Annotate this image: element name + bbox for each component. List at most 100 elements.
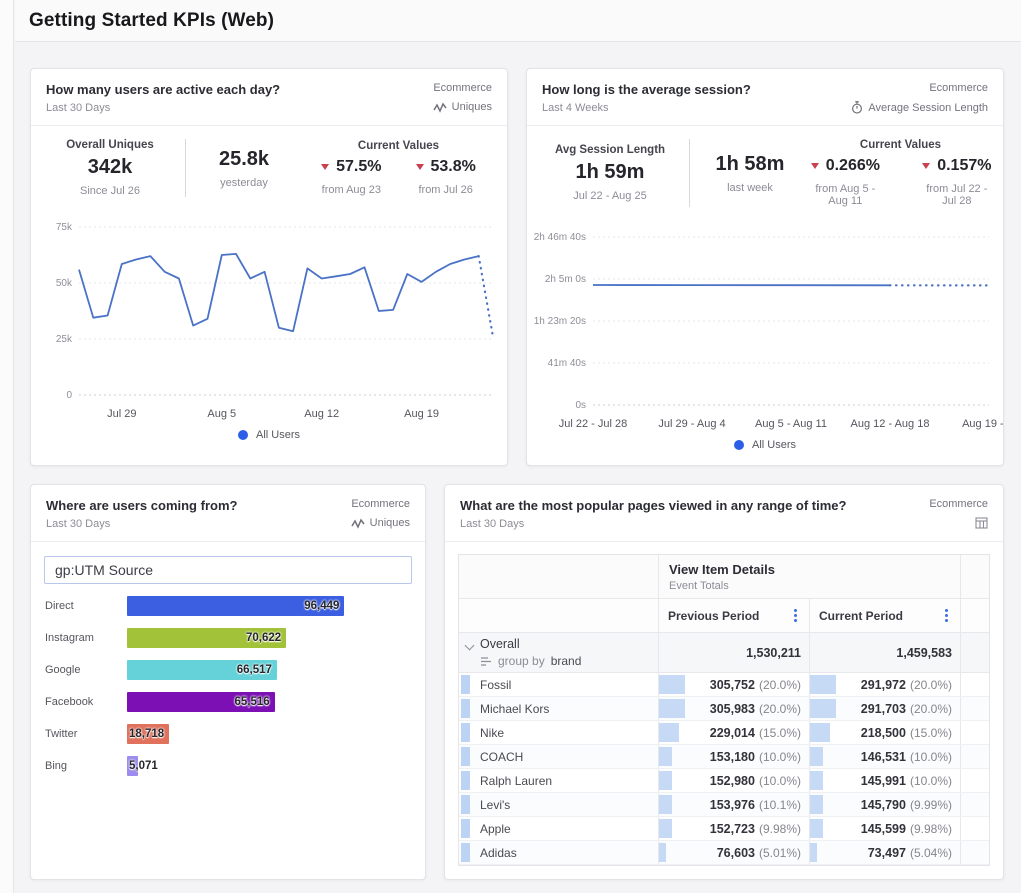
cell-bar xyxy=(810,771,823,790)
value-cell: 229,014 (15.0%) xyxy=(658,721,809,744)
cell-value: 291,703 xyxy=(861,702,906,716)
chevron-down-icon[interactable] xyxy=(465,641,475,651)
cell-bar xyxy=(659,675,685,694)
card-title: How long is the average session? xyxy=(542,82,751,97)
svg-text:Aug 12: Aug 12 xyxy=(304,408,339,420)
cell-percent: (10.0%) xyxy=(759,750,801,764)
value-cell: 152,980(10.0%) xyxy=(658,769,809,792)
row-indicator xyxy=(461,675,470,694)
card-date-range: Last 30 Days xyxy=(46,518,237,530)
divider xyxy=(689,139,690,207)
brand-name: Michael Kors xyxy=(459,702,549,716)
cell-bar xyxy=(810,723,830,742)
row-spacer xyxy=(960,697,989,720)
svg-text:0s: 0s xyxy=(575,400,586,411)
cell-bar xyxy=(810,819,823,838)
svg-text:Jul 29 - Aug 4: Jul 29 - Aug 4 xyxy=(658,418,725,430)
bar[interactable]: 5,071 xyxy=(127,756,138,776)
brand-rows: Fossil305,752(20.0%)291,972(20.0%) Michae… xyxy=(459,673,989,865)
brand-cell: Michael Kors xyxy=(459,697,658,720)
bar-category-label: Instagram xyxy=(45,632,127,644)
value-cell: 145,790(9.99%) xyxy=(809,793,960,816)
card-date-range: Last 4 Weeks xyxy=(542,102,751,114)
group-by-row[interactable]: group by brand xyxy=(480,654,581,668)
chart-legend[interactable]: All Users xyxy=(527,439,1003,451)
table-row: Ralph Lauren152,980(10.0%)145,991(10.0%) xyxy=(459,769,989,793)
value-cell: 291,703 (20.0%) xyxy=(809,697,960,720)
bar[interactable]: 18,718 xyxy=(127,724,169,744)
value-cell: 153,976(10.1%) xyxy=(658,793,809,816)
dimension-selector[interactable]: gp:UTM Source xyxy=(44,556,412,584)
card-date-range: Last 30 Days xyxy=(460,518,846,530)
svg-text:Aug 19 - ...: Aug 19 - ... xyxy=(962,418,1003,430)
card-avg-session: How long is the average session? Last 4 … xyxy=(526,68,1004,466)
utm-bars: Direct96,449Instagram70,622Google66,517F… xyxy=(31,588,425,776)
row-indicator xyxy=(461,699,470,718)
header-spacer xyxy=(459,555,658,598)
cell-percent: (15.0%) xyxy=(759,726,801,740)
bar-category-label: Facebook xyxy=(45,696,127,708)
cell-bar xyxy=(659,843,666,862)
brand-cell: Levi's xyxy=(459,793,658,816)
column-header-current-period[interactable]: Current Period xyxy=(809,599,960,632)
delta-value: 53.8% xyxy=(431,158,476,176)
row-spacer xyxy=(960,721,989,744)
bar-row: Instagram 70,622 xyxy=(45,628,411,648)
card-metric: Uniques xyxy=(433,101,492,113)
row-spacer xyxy=(960,769,989,792)
column-header-previous-period[interactable]: Previous Period xyxy=(658,599,809,632)
svg-text:Jul 22 - Jul 28: Jul 22 - Jul 28 xyxy=(559,418,627,430)
cell-value: 145,991 xyxy=(861,774,906,788)
group-header-title: View Item Details xyxy=(669,562,950,577)
column-menu-icon[interactable] xyxy=(791,607,800,624)
table-group-header: View Item Details Event Totals xyxy=(658,555,960,598)
card-utm-source: Where are users coming from? Last 30 Day… xyxy=(30,484,426,880)
bar-row: Bing5,071 xyxy=(45,756,411,776)
cell-value: 229,014 xyxy=(710,726,755,740)
brand-cell: Nike xyxy=(459,721,658,744)
bar[interactable]: 70,622 xyxy=(127,628,286,648)
value-cell: 305,983(20.0%) xyxy=(658,697,809,720)
cell-bar xyxy=(659,795,672,814)
current-values-label: Current Values xyxy=(298,140,499,152)
zigzag-line-icon xyxy=(351,518,365,529)
overall-current-total: 1,459,583 xyxy=(896,646,952,660)
stat-sub: Jul 22 - Aug 25 xyxy=(535,190,685,202)
cell-percent: (20.0%) xyxy=(910,702,952,716)
cell-percent: (15.0%) xyxy=(910,726,952,740)
column-menu-icon[interactable] xyxy=(942,607,951,624)
cell-value: 291,972 xyxy=(861,678,906,692)
cell-percent: (9.98%) xyxy=(910,822,952,836)
row-spacer xyxy=(960,673,989,696)
bar-category-label: Direct xyxy=(45,600,127,612)
delta-sub: from Aug 23 xyxy=(321,184,381,196)
cell-value: 145,599 xyxy=(861,822,906,836)
metric-label: Uniques xyxy=(370,517,410,529)
stat-sub: last week xyxy=(694,182,806,194)
table-row: Apple152,723(9.98%)145,599(9.98%) xyxy=(459,817,989,841)
bar[interactable]: 96,449 xyxy=(127,596,344,616)
table-grid-icon xyxy=(975,517,988,529)
bar-value-label: 70,622 xyxy=(246,632,281,644)
cell-value: 305,983 xyxy=(710,702,755,716)
bar[interactable]: 66,517 xyxy=(127,660,277,680)
bar-category-label: Twitter xyxy=(45,728,127,740)
stat-value: 342k xyxy=(39,156,181,179)
group-by-field: brand xyxy=(551,654,582,668)
table-row: Fossil305,752(20.0%)291,972(20.0%) xyxy=(459,673,989,697)
brand-cell: Apple xyxy=(459,817,658,840)
cell-percent: (9.98%) xyxy=(759,822,801,836)
bar-track: 5,071 xyxy=(127,756,411,776)
stat-value: 1h 58m xyxy=(694,153,806,176)
stat-value: 25.8k xyxy=(190,148,298,171)
brand-cell: Ralph Lauren xyxy=(459,769,658,792)
bar-track: 96,449 xyxy=(127,596,411,616)
bar[interactable]: 65,516 xyxy=(127,692,275,712)
row-spacer xyxy=(960,817,989,840)
svg-text:1h 23m 20s: 1h 23m 20s xyxy=(534,316,586,327)
bar-row: Direct96,449 xyxy=(45,596,411,616)
cell-value: 146,531 xyxy=(861,750,906,764)
legend-label: All Users xyxy=(256,429,300,441)
chart-legend[interactable]: All Users xyxy=(31,429,507,441)
bar-value-label: 5,071 xyxy=(129,760,158,772)
